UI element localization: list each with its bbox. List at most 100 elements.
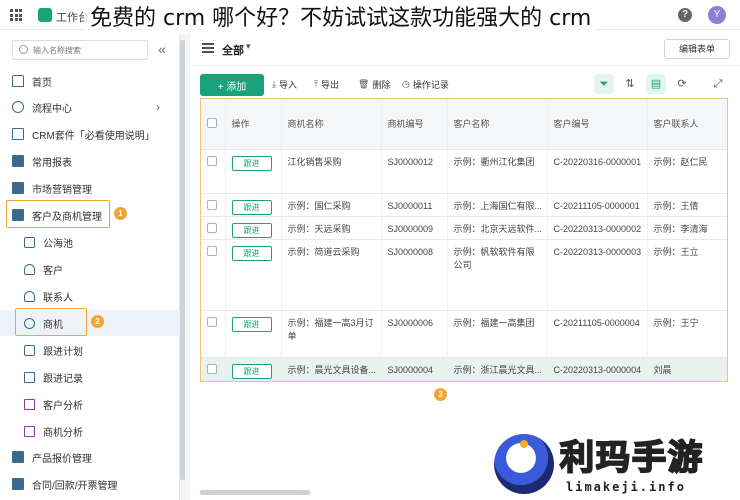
brand-watermark: 利玛手游 limakeji.info [494,434,740,500]
column-header[interactable]: 客户联系人 [647,99,727,150]
follow-up-button[interactable]: 跟进 [231,245,272,261]
customer-name: 示例：上海国仁有限... [447,193,548,217]
help-icon[interactable]: ? [678,8,692,22]
sidebar-item-contracts[interactable]: 合同/回款/开票管理 [0,471,180,497]
follow-up-button[interactable]: 跟进 [231,199,272,215]
app-logo [38,8,52,22]
select-all-checkbox[interactable] [207,117,217,128]
search-input[interactable] [33,43,143,57]
chevron-right-icon: › [156,100,160,114]
export-button[interactable]: ⤒ 导出 [314,78,339,91]
sidebar: « 首页 流程中心 › CRM套件「必看使用说明」 常用报表 市场营销管理 客户… [0,30,180,500]
opportunity-code: SJ0000009 [381,216,448,240]
overlay-title: 免费的 crm 哪个好？不妨试试这款功能强大的 crm [84,4,598,34]
chevron-down-icon[interactable]: ▾ [246,41,251,52]
sidebar-item-contacts[interactable]: 联系人 [0,283,180,309]
sidebar-item-opportunity-analysis[interactable]: 商机分析 [0,418,180,444]
sidebar-item-label: 客户分析 [43,400,83,412]
sidebar-item-label: 跟进计划 [43,346,83,358]
brand-url: limakeji.info [566,480,686,494]
sidebar-item-follow-record[interactable]: 跟进记录 [0,364,180,390]
opportunity-code: SJ0000011 [381,193,448,217]
column-header[interactable]: 客户编号 [547,99,648,150]
sidebar-item-public-pool[interactable]: 公海池 [0,229,180,255]
row-checkbox[interactable] [207,363,217,374]
sidebar-scrollbar[interactable] [180,40,185,480]
sidebar-item-flow-center[interactable]: 流程中心 › [0,94,180,120]
avatar[interactable]: Y [708,6,726,24]
customer-contact: 示例：赵仁民 [647,149,727,194]
row-checkbox[interactable] [207,222,217,233]
sidebar-item-reports[interactable]: 常用报表 [0,148,180,174]
follow-up-button[interactable]: 跟进 [231,222,272,238]
sidebar-item-follow-plan[interactable]: 跟进计划 [0,337,180,363]
sort-icon[interactable]: ⇅ [620,74,640,94]
column-header[interactable]: 商机编号 [381,99,448,150]
table-row[interactable]: 跟进 示例：简道云采购 SJ0000008 示例：帆软软件有限公司 C-2022… [201,239,727,311]
opportunity-code: SJ0000006 [381,310,448,358]
row-checkbox[interactable] [207,245,217,256]
edit-form-button[interactable]: 编辑表单 [664,39,730,59]
pool-icon [24,236,35,248]
add-button[interactable]: + 添加 [200,74,264,96]
home-icon [12,75,24,87]
row-checkbox[interactable] [207,199,217,210]
contact-icon [24,290,35,302]
highlight-box-step1 [6,200,110,228]
customer-contact: 示例：王倩 [647,193,727,217]
app-grid-icon[interactable] [10,9,22,21]
column-header[interactable]: 商机名称 [281,99,382,150]
table-row[interactable]: 跟进 示例：福建一高3月订单 SJ0000006 示例：福建一高集团 C-202… [201,310,727,358]
customer-contact: 示例：李清海 [647,216,727,240]
customer-code: C-20211105-0000001 [547,193,648,217]
sidebar-item-label: 产品报价管理 [32,453,92,465]
calendar-icon [24,344,35,356]
step-badge-2: 2 [91,315,104,328]
opportunity-code: SJ0000012 [381,149,448,194]
field-settings-icon[interactable]: ▤ [646,74,666,94]
column-header[interactable]: 操作 [225,99,282,150]
sidebar-item-quotes[interactable]: 产品报价管理 [0,444,180,470]
table-header: 操作 商机名称 商机编号 客户名称 客户编号 客户联系人 [201,99,727,150]
row-checkbox[interactable] [207,316,217,327]
follow-up-button[interactable]: 跟进 [231,155,272,171]
sidebar-item-marketing[interactable]: 市场营销管理 [0,175,180,201]
collapse-sidebar-button[interactable]: « [152,40,172,60]
view-selector[interactable]: 全部 [222,42,244,58]
main-panel: 全部 ▾ 编辑表单 + 添加 ⤓ 导入 ⤒ 导出 🗑 删除 ◷ 操作记录 ⏷ ⇅… [190,30,740,500]
table-row[interactable]: 跟进 示例：天远采购 SJ0000009 示例：北京天远软件... C-2022… [201,216,727,240]
delete-button[interactable]: 🗑 删除 [358,78,390,91]
opportunity-name: 示例：简道云采购 [281,239,382,311]
search-box[interactable] [12,40,148,60]
table-row[interactable]: 跟进 示例：国仁采购 SJ0000011 示例：上海国仁有限... C-2021… [201,193,727,217]
sidebar-item-label: 联系人 [43,292,73,304]
operation-log-button[interactable]: ◷ 操作记录 [402,78,449,91]
sidebar-item-customer-analysis[interactable]: 客户分析 [0,391,180,417]
import-icon: ⤓ [272,79,276,89]
step-badge-1: 1 [114,207,127,220]
sidebar-item-label: 流程中心 [32,103,72,115]
sidebar-item-home[interactable]: 首页 [0,68,180,94]
fullscreen-icon[interactable]: ⤢ [708,74,728,94]
table-horizontal-scrollbar[interactable] [200,490,310,495]
filter-icon[interactable]: ⏷ [594,74,614,94]
flow-icon [12,101,24,113]
doc-icon [12,128,24,140]
sidebar-item-customer[interactable]: 客户 [0,256,180,282]
customer-name: 示例：衢州江化集团 [447,149,548,194]
column-header[interactable]: 客户名称 [447,99,548,150]
sidebar-item-crm-guide[interactable]: CRM套件「必看使用说明」 [0,121,180,147]
refresh-icon[interactable]: ⟳ [672,74,692,94]
opportunity-name: 示例：天远采购 [281,216,382,240]
follow-up-button[interactable]: 跟进 [231,316,272,332]
table-row[interactable]: 跟进 江化销售采购 SJ0000012 示例：衢州江化集团 C-20220316… [201,149,727,194]
select-all-cell[interactable] [201,99,226,150]
follow-up-button[interactable]: 跟进 [231,363,272,379]
row-checkbox[interactable] [207,155,217,166]
opportunity-name: 示例：国仁采购 [281,193,382,217]
sidebar-item-label: 市场营销管理 [32,184,92,196]
brand-name: 利玛手游 [559,437,704,479]
table-row[interactable]: 跟进 示例：晨光文具设备... SJ0000004 示例：浙江晨光文具... C… [201,357,727,381]
delete-label: 删除 [372,80,391,90]
import-button[interactable]: ⤓ 导入 [272,78,297,91]
